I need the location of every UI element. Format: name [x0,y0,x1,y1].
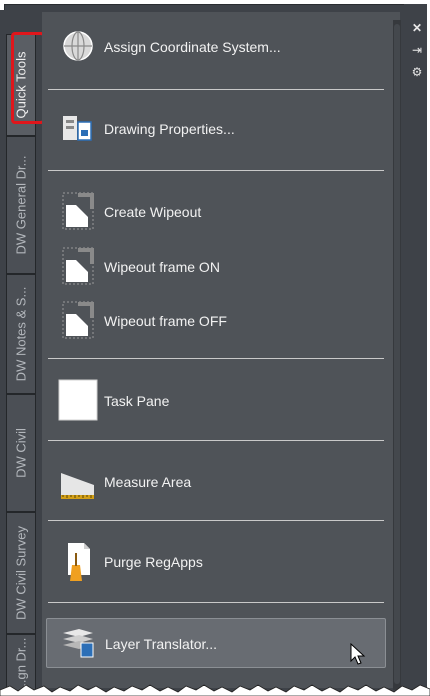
task-pane-icon [58,374,98,428]
tool-task-pane[interactable]: Task Pane [46,374,386,428]
auto-hide-icon[interactable]: ⇥ [411,44,423,56]
wipeout-frame-off-icon [58,294,98,348]
separator [48,440,384,441]
separator [48,520,384,521]
tab-dw-notes[interactable]: DW Notes & S... [6,274,36,394]
wipeout-icon [58,185,98,239]
separator [48,89,384,90]
tool-label: Measure Area [104,474,192,490]
tool-label: Create Wipeout [104,204,202,220]
settings-icon[interactable]: ⚙ [411,66,423,78]
tab-label: Quick Tools [13,51,29,119]
tool-measure-area[interactable]: Measure Area [46,455,386,509]
tab-dw-civil[interactable]: DW Civil [6,394,36,512]
close-icon[interactable]: ✕ [411,22,423,34]
tool-purge-regapps[interactable]: Purge RegApps [46,535,386,589]
drawing-properties-icon [58,102,98,156]
scrollbar-thumb[interactable] [394,24,400,684]
separator [48,358,384,359]
tool-wipeout-frame-off[interactable]: Wipeout frame OFF [46,294,386,348]
tool-label: Purge RegApps [104,554,203,570]
tab-label: DW Notes & S... [13,286,29,382]
tool-label: Task Pane [104,393,170,409]
measure-area-icon [58,455,98,509]
separator [48,170,384,171]
wipeout-frame-on-icon [58,240,98,294]
palette-title-bar: ✕ ⇥ ⚙ [404,4,427,694]
tool-drawing-properties[interactable]: Drawing Properties... [46,102,386,156]
separator [48,602,384,603]
tab-quick-tools[interactable]: Quick Tools [6,34,36,136]
tool-layer-translator[interactable]: Layer Translator... [46,618,386,668]
tool-label: Wipeout frame OFF [104,313,227,329]
tool-assign-coordinate-system[interactable]: Assign Coordinate System... [46,20,386,74]
purge-regapps-icon [58,535,98,589]
layer-translator-icon [59,619,99,669]
tool-label: Drawing Properties... [104,121,235,137]
tab-dw-general-drafting[interactable]: DW General Dr... [6,136,36,274]
globe-icon [58,20,98,74]
tool-wipeout-frame-on[interactable]: Wipeout frame ON [46,240,386,294]
tool-palette-window: Quick Tools DW General Dr... DW Notes & … [0,0,430,696]
torn-edge-icon [0,684,430,696]
tab-strip: Quick Tools DW General Dr... DW Notes & … [0,10,38,694]
tool-label: Layer Translator... [105,636,218,652]
tab-label: DW General Dr... [13,155,29,255]
mouse-cursor-icon [350,642,366,672]
tab-dw-civil-survey[interactable]: DW Civil Survey [6,512,36,634]
tool-create-wipeout[interactable]: Create Wipeout [46,185,386,239]
tab-label: DW Civil Survey [13,526,29,620]
tool-label: Wipeout frame ON [104,259,220,275]
tab-label: DW Civil [13,428,29,478]
tool-label: Assign Coordinate System... [104,39,281,55]
